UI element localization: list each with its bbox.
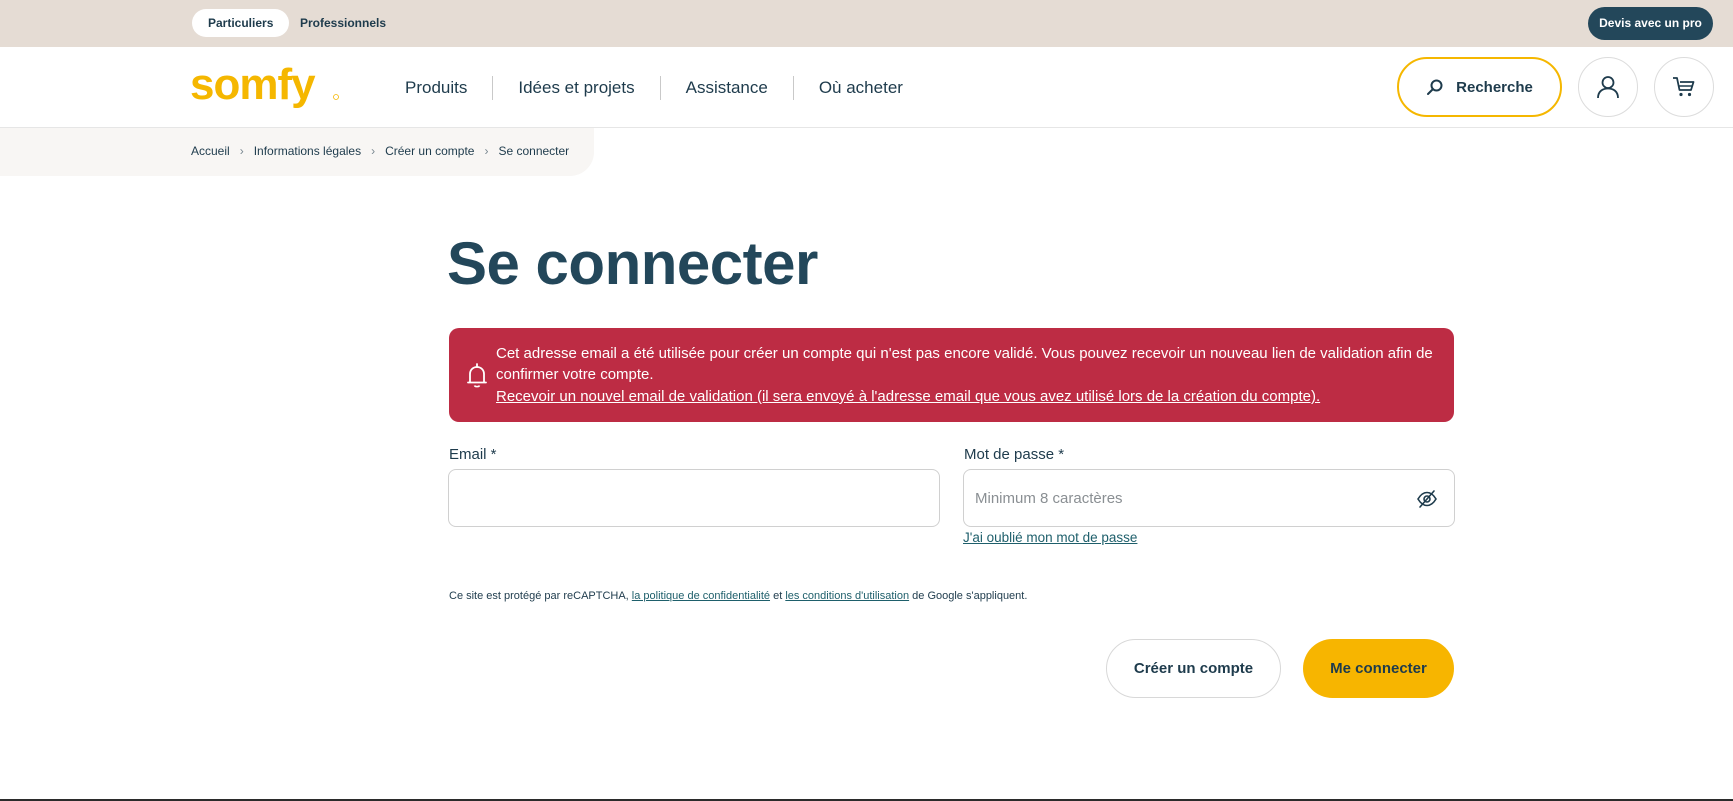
primary-nav: Produits Idées et projets Assistance Où … (380, 47, 928, 128)
breadcrumb-creer-compte[interactable]: Créer un compte (385, 144, 474, 158)
top-bar: Particuliers Professionnels Devis avec u… (0, 0, 1733, 47)
recaptcha-middle: et (770, 590, 786, 602)
search-icon (1427, 79, 1443, 95)
cart-icon (1673, 77, 1695, 97)
login-button[interactable]: Me connecter (1303, 639, 1454, 698)
chevron-right-icon: › (484, 144, 489, 158)
chevron-right-icon: › (371, 144, 376, 158)
segment-particuliers[interactable]: Particuliers (192, 9, 290, 37)
chevron-right-icon: › (239, 144, 244, 158)
email-field-wrapper (448, 469, 940, 527)
password-input[interactable] (964, 470, 1454, 526)
recaptcha-prefix: Ce site est protégé par reCAPTCHA, (449, 590, 632, 602)
cart-button[interactable] (1654, 57, 1714, 117)
search-label: Recherche (1456, 78, 1533, 96)
password-label: Mot de passe * (964, 446, 1065, 463)
email-label: Email * (449, 446, 497, 463)
create-account-button[interactable]: Créer un compte (1106, 639, 1281, 698)
page-title: Se connecter (447, 230, 818, 297)
nav-ou-acheter[interactable]: Où acheter (794, 78, 928, 98)
recaptcha-notice: Ce site est protégé par reCAPTCHA, la po… (449, 590, 1027, 602)
nav-produits[interactable]: Produits (380, 78, 492, 98)
eye-off-icon[interactable] (1416, 488, 1438, 510)
nav-idees-projets[interactable]: Idées et projets (493, 78, 659, 98)
nav-assistance[interactable]: Assistance (661, 78, 793, 98)
breadcrumb-informations-legales[interactable]: Informations légales (254, 144, 361, 158)
account-button[interactable] (1578, 57, 1638, 117)
forgot-password-link[interactable]: J'ai oublié mon mot de passe (963, 530, 1137, 545)
segment-professionnels[interactable]: Professionnels (284, 9, 402, 37)
search-button[interactable]: Recherche (1397, 57, 1562, 117)
breadcrumb-accueil[interactable]: Accueil (191, 144, 230, 158)
logo-text: somfy (190, 61, 316, 109)
somfy-logo[interactable]: somfy (190, 61, 340, 109)
breadcrumb: Accueil › Informations légales › Créer u… (191, 144, 569, 158)
email-input[interactable] (449, 470, 939, 526)
validation-alert: Cet adresse email a été utilisée pour cr… (449, 328, 1454, 422)
breadcrumb-se-connecter: Se connecter (498, 144, 570, 158)
resend-validation-link[interactable]: Recevoir un nouvel email de validation (… (496, 386, 1320, 407)
main-header: somfy Produits Idées et projets Assistan… (0, 47, 1733, 128)
alert-message: Cet adresse email a été utilisée pour cr… (496, 345, 1433, 383)
bell-icon (467, 363, 487, 388)
password-field-wrapper (963, 469, 1455, 527)
devis-pro-button[interactable]: Devis avec un pro (1588, 7, 1713, 40)
recaptcha-suffix: de Google s'appliquent. (909, 590, 1028, 602)
privacy-policy-link[interactable]: la politique de confidentialité (632, 590, 770, 602)
user-icon (1597, 76, 1619, 99)
terms-link[interactable]: les conditions d'utilisation (785, 590, 909, 602)
